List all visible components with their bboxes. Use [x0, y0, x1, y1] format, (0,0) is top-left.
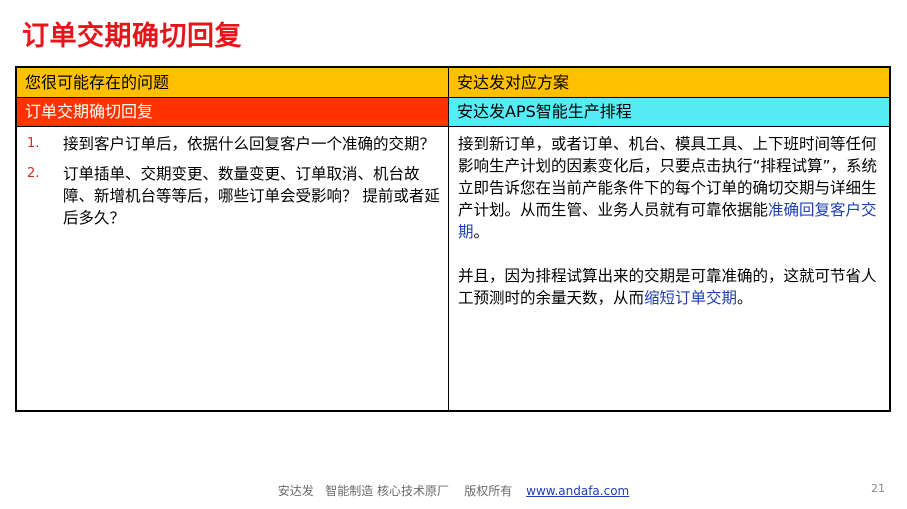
- solution-paragraph-1: 接到新订单，或者订单、机台、模具工具、上下班时间等任何影响生产计划的因素变化后，…: [458, 133, 881, 243]
- comparison-table: 您很可能存在的问题 订单交期确切回复 1. 接到客户订单后，依据什么回复客户一个…: [15, 66, 891, 412]
- solutions-body: 接到新订单，或者订单、机台、模具工具、上下班时间等任何影响生产计划的因素变化后，…: [449, 127, 889, 410]
- problems-subheader: 订单交期确切回复: [17, 98, 448, 127]
- question-text: 接到客户订单后，依据什么回复客户一个准确的交期？: [63, 135, 436, 153]
- question-text: 订单插单、交期变更、数量变更、订单取消、机台故障、新增机台等等后，哪些订单会受影…: [63, 165, 440, 227]
- list-item: 1. 接到客户订单后，依据什么回复客户一个准确的交期？: [27, 133, 440, 155]
- list-number: 1.: [27, 136, 40, 151]
- list-item: 2. 订单插单、交期变更、数量变更、订单取消、机台故障、新增机台等等后，哪些订单…: [27, 163, 440, 229]
- page-number: 21: [871, 482, 885, 495]
- solution-paragraph-2: 并且，因为排程试算出来的交期是可靠准确的，这就可节省人工预测时的余量天数，从而缩…: [458, 265, 881, 309]
- footer-text: 安达发 智能制造 核心技术原厂 版权所有: [277, 484, 513, 498]
- list-number: 2.: [27, 166, 40, 181]
- problems-header: 您很可能存在的问题: [17, 68, 448, 98]
- problems-column: 您很可能存在的问题 订单交期确切回复 1. 接到客户订单后，依据什么回复客户一个…: [17, 68, 448, 410]
- solutions-subheader: 安达发APS智能生产排程: [449, 98, 889, 127]
- solutions-header: 安达发对应方案: [449, 68, 889, 98]
- footer: 安达发 智能制造 核心技术原厂 版权所有 www.andafa.com: [0, 482, 907, 499]
- punctuation: 。: [737, 289, 753, 307]
- website-link[interactable]: www.andafa.com: [526, 484, 629, 498]
- problems-list: 1. 接到客户订单后，依据什么回复客户一个准确的交期？ 2. 订单插单、交期变更…: [17, 127, 448, 410]
- highlight-text: 缩短订单交期: [644, 289, 738, 307]
- solutions-column: 安达发对应方案 安达发APS智能生产排程 接到新订单，或者订单、机台、模具工具、…: [448, 68, 889, 410]
- slide-title: 订单交期确切回复: [22, 21, 242, 52]
- punctuation: 。: [473, 223, 490, 241]
